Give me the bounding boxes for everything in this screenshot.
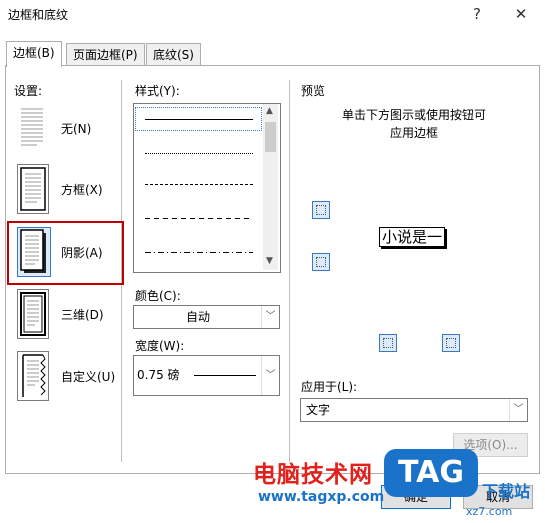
apply-to-select[interactable]: 文字 ﹀ xyxy=(300,398,528,422)
tab-page-borders-label: 页面边框(P) xyxy=(73,48,138,62)
watermark-url: www.tagxp.com xyxy=(258,489,385,505)
setting-none[interactable]: 无(N) xyxy=(14,100,119,158)
chevron-down-icon[interactable]: ﹀ xyxy=(509,399,527,421)
setting-custom[interactable]: 自定义(U) xyxy=(14,348,119,406)
tab-borders[interactable]: 边框(B) xyxy=(6,41,62,67)
dialog-title: 边框和底纹 xyxy=(8,8,69,22)
setting-none-label: 无(N) xyxy=(61,122,92,136)
preview-header: 预览 xyxy=(301,84,326,98)
watermark-logo-sub: 下载站 xyxy=(482,482,531,501)
right-border-button[interactable] xyxy=(442,334,460,352)
line-style-dash-dot[interactable] xyxy=(145,252,253,253)
width-header: 宽度(W): xyxy=(135,339,185,353)
style-header: 样式(Y): xyxy=(135,84,180,98)
top-border-button[interactable] xyxy=(312,201,330,219)
watermark-site-name: 电脑技术网 xyxy=(253,462,373,488)
tab-shading-label: 底纹(S) xyxy=(153,48,194,62)
width-select[interactable]: 0.75 磅 ﹀ xyxy=(133,355,280,396)
setting-box-label: 方框(X) xyxy=(61,183,103,197)
scroll-up-icon[interactable]: ▲ xyxy=(266,106,273,116)
highlight-box xyxy=(7,221,124,285)
apply-to-label: 应用于(L): xyxy=(301,380,358,394)
settings-header: 设置: xyxy=(14,84,43,98)
apply-to-value: 文字 xyxy=(306,403,331,417)
setting-3d-icon xyxy=(17,289,49,339)
setting-3d[interactable]: 三维(D) xyxy=(14,286,119,344)
tab-shading[interactable]: 底纹(S) xyxy=(146,43,201,66)
line-style-scrollbar[interactable]: ▲ ▼ xyxy=(263,104,278,270)
tab-page-borders[interactable]: 页面边框(P) xyxy=(66,43,145,66)
close-button[interactable]: ✕ xyxy=(509,2,533,26)
help-button[interactable]: ? xyxy=(465,2,489,26)
color-select[interactable]: 自动 ﹀ xyxy=(133,305,280,329)
watermark-logo-url: xz7.com xyxy=(466,505,513,518)
scroll-down-icon[interactable]: ▼ xyxy=(266,256,273,266)
line-style-solid[interactable] xyxy=(145,119,253,120)
width-line-sample xyxy=(194,375,256,376)
width-value: 0.75 磅 xyxy=(137,368,180,382)
preview-sample: 小说是一 xyxy=(379,227,446,247)
setting-custom-label: 自定义(U) xyxy=(61,370,116,384)
preview-instruction-line2: 应用边框 xyxy=(389,126,438,140)
setting-3d-label: 三维(D) xyxy=(61,308,104,322)
left-border-button[interactable] xyxy=(379,334,397,352)
divider-right xyxy=(289,80,290,462)
setting-box[interactable]: 方框(X) xyxy=(14,161,119,219)
line-style-dotted[interactable] xyxy=(145,153,253,154)
setting-box-icon xyxy=(17,164,49,214)
bottom-border-button[interactable] xyxy=(312,253,330,271)
preview-instruction-line1: 单击下方图示或使用按钮可 xyxy=(341,108,486,122)
chevron-down-icon[interactable]: ﹀ xyxy=(261,306,279,328)
color-value: 自动 xyxy=(185,310,210,324)
preview-instruction: 单击下方图示或使用按钮可 应用边框 xyxy=(296,106,532,142)
line-style-dashed[interactable] xyxy=(145,218,253,219)
scroll-thumb[interactable] xyxy=(265,122,276,152)
tab-borders-label: 边框(B) xyxy=(13,46,55,60)
setting-custom-icon xyxy=(17,351,49,401)
watermark-logo: TAG xyxy=(384,449,478,497)
line-style-dashed-fine[interactable] xyxy=(145,184,253,185)
color-header: 颜色(C): xyxy=(135,289,181,303)
chevron-down-icon[interactable]: ﹀ xyxy=(261,356,279,395)
setting-none-icon xyxy=(17,103,47,153)
